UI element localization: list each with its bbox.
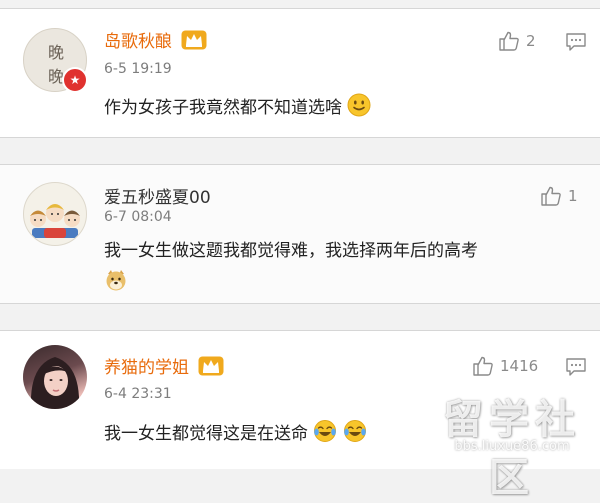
username-text: 岛歌秋酿 [104,32,172,52]
username-text: 爱五秒盛夏00 [104,188,211,208]
thumbs-up-icon [541,186,561,206]
verified-badge-icon: ★ [62,67,88,93]
comment-text-body: 我一女生做这题我都觉得难，我选择两年后的高考 [104,241,478,261]
avatar[interactable] [23,345,87,409]
comment-text: 我一女生做这题我都觉得难，我选择两年后的高考 [104,236,478,261]
like-button[interactable]: 1 [540,185,578,207]
crown-icon [198,356,224,376]
comment-emoji-line [104,268,128,292]
thumbs-up-icon [473,356,493,376]
thumbs-up-icon [499,31,519,51]
avatar-calligraphy: 晚 [47,43,64,62]
username[interactable]: 爱五秒盛夏00 [104,183,211,208]
crying-laughing-emoji-icon [314,420,337,442]
doge-emoji-icon [106,270,126,291]
like-button[interactable]: 1416 [472,355,538,377]
comment-card: 晚 晚 ★ 岛歌秋酿 6-5 19:19 作为女孩子我竟然都不知道选啥 2 [0,8,600,138]
comment-text: 我一女生都觉得这是在送命 [104,419,367,444]
crown-icon [181,30,207,50]
reply-button[interactable] [565,32,587,56]
site-watermark: 留学社区 bbs.liuxue86.com [424,387,600,501]
comment-text-body: 作为女孩子我竟然都不知道选啥 [104,98,342,118]
comment-time: 6-4 23:31 [104,386,172,402]
username-text: 养猫的学姐 [104,358,189,378]
like-count: 2 [526,32,536,50]
comment-text: 作为女孩子我竟然都不知道选啥 [104,93,371,118]
crying-laughing-emoji-icon [343,420,366,442]
like-count: 1 [568,187,578,205]
portrait-avatar-icon [30,357,80,409]
comment-card: 爱五秒盛夏00 6-7 08:04 我一女生做这题我都觉得难，我选择两年后的高考… [0,164,600,304]
comment-time: 6-5 19:19 [104,61,172,77]
cartoon-group-avatar-icon [30,204,80,238]
watermark-url: bbs.liuxue86.com [454,439,570,454]
comment-bubble-icon [566,358,586,376]
reply-button[interactable] [565,357,587,381]
comment-time: 6-7 08:04 [104,209,172,225]
like-button[interactable]: 2 [498,30,536,52]
like-count: 1416 [500,357,539,375]
comment-text-body: 我一女生都觉得这是在送命 [104,424,308,444]
comment-bubble-icon [566,33,586,51]
avatar[interactable] [23,182,87,246]
username[interactable]: 岛歌秋酿 [104,27,207,52]
username[interactable]: 养猫的学姐 [104,353,224,378]
slight-smile-emoji-icon [347,93,371,117]
